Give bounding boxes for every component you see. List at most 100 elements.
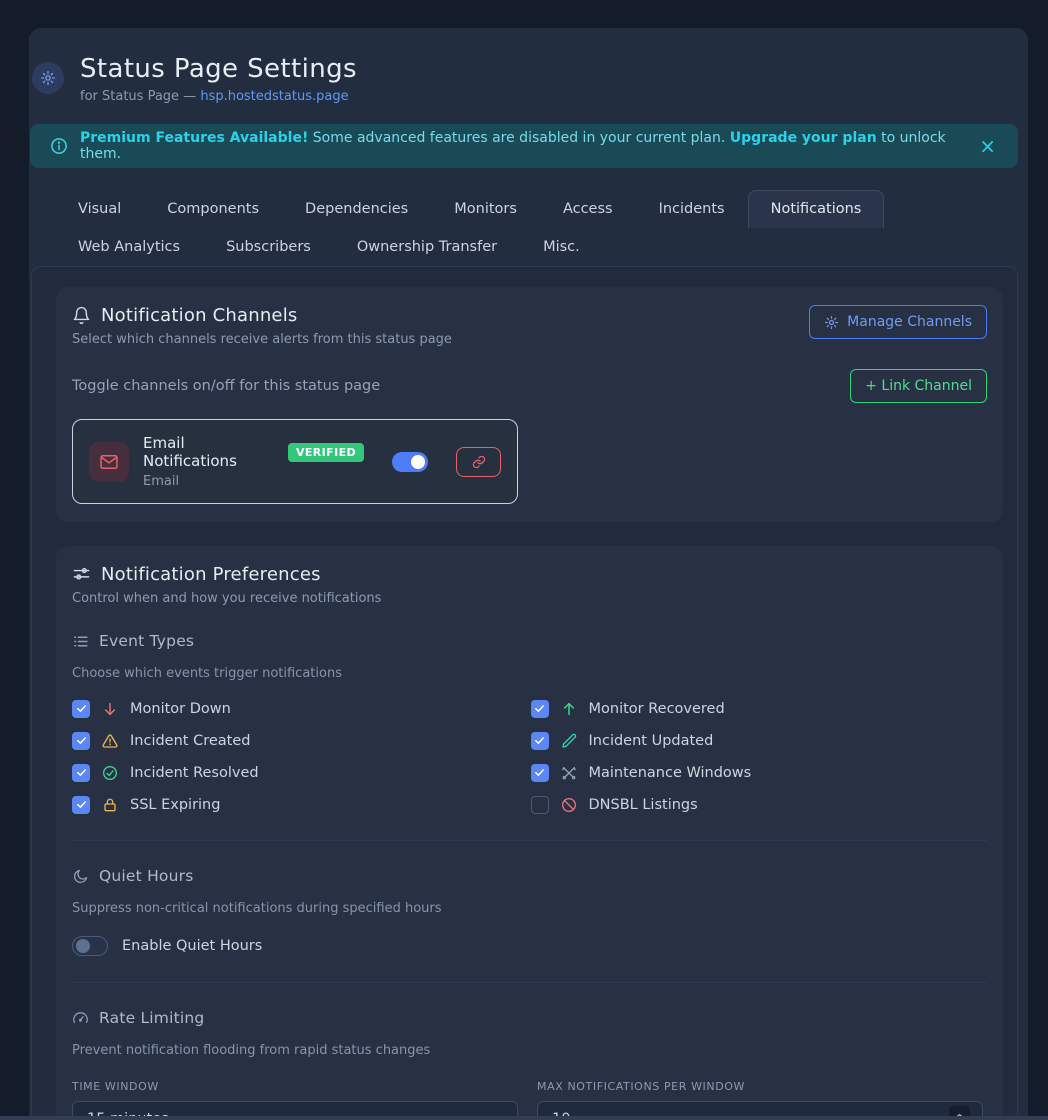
arrow-down-icon — [102, 701, 118, 717]
event-row-dnsbl-listings[interactable]: DNSBL Listings — [531, 795, 990, 814]
event-label: Maintenance Windows — [589, 765, 752, 781]
settings-tabs: Visual Components Dependencies Monitors … — [55, 190, 985, 266]
page-header: Status Page Settings for Status Page — h… — [29, 28, 1028, 104]
lock-icon — [102, 797, 118, 813]
check-icon — [534, 767, 545, 778]
toggle-knob — [76, 939, 90, 953]
arrow-up-icon — [561, 701, 577, 717]
link-channel-button[interactable]: + Link Channel — [850, 369, 987, 403]
premium-banner: Premium Features Available! Some advance… — [30, 124, 1018, 168]
tab-monitors[interactable]: Monitors — [431, 190, 540, 228]
channels-title: Notification Channels — [101, 305, 297, 326]
tab-components[interactable]: Components — [144, 190, 282, 228]
unlink-channel-button[interactable] — [456, 447, 501, 477]
tab-subscribers[interactable]: Subscribers — [203, 228, 334, 266]
check-icon — [76, 799, 87, 810]
pencil-icon — [561, 733, 577, 749]
check-icon — [76, 703, 87, 714]
rate-limiting-form: TIME WINDOW 15 minutes MAX NOTIFICATIONS… — [72, 1080, 987, 1120]
bottom-divider — [0, 1116, 1048, 1120]
page-subtitle: for Status Page — hsp.hostedstatus.page — [80, 89, 357, 104]
event-row-incident-created[interactable]: Incident Created — [72, 731, 531, 750]
event-label: Monitor Down — [130, 701, 231, 717]
quiet-hours-toggle[interactable] — [72, 936, 108, 956]
divider — [72, 840, 987, 841]
checkbox-checked[interactable] — [531, 732, 549, 750]
quiet-hours-heading: Quiet Hours — [72, 867, 987, 885]
sliders-icon — [72, 565, 91, 584]
subtitle-text: for Status Page — — [80, 89, 200, 104]
divider — [72, 982, 987, 983]
tab-access[interactable]: Access — [540, 190, 636, 228]
email-channel-toggle[interactable] — [392, 452, 428, 472]
check-icon — [76, 735, 87, 746]
manage-channels-label: Manage Channels — [847, 314, 972, 330]
banner-bold-text: Premium Features Available! — [80, 130, 308, 146]
moon-icon — [72, 868, 89, 885]
checkbox-checked[interactable] — [72, 700, 90, 718]
checkbox-unchecked[interactable] — [531, 796, 549, 814]
gear-icon — [824, 315, 839, 330]
tab-incidents[interactable]: Incidents — [636, 190, 748, 228]
rate-limiting-title: Rate Limiting — [99, 1009, 204, 1027]
ban-icon — [561, 797, 577, 813]
verified-badge: VERIFIED — [288, 443, 364, 462]
email-channel-card: Email Notifications VERIFIED Email — [72, 419, 518, 504]
quiet-hours-subtitle: Suppress non-critical notifications duri… — [72, 901, 987, 916]
check-icon — [76, 767, 87, 778]
upgrade-plan-link[interactable]: Upgrade your plan — [730, 130, 877, 146]
toggle-hint: Toggle channels on/off for this status p… — [72, 378, 380, 394]
event-row-incident-resolved[interactable]: Incident Resolved — [72, 763, 531, 782]
bell-icon — [72, 306, 91, 325]
event-row-monitor-down[interactable]: Monitor Down — [72, 699, 531, 718]
max-notifications-label: MAX NOTIFICATIONS PER WINDOW — [537, 1080, 983, 1093]
notification-preferences-card: Notification Preferences Control when an… — [56, 546, 1003, 1120]
event-label: DNSBL Listings — [589, 797, 698, 813]
event-types-heading: Event Types — [72, 632, 987, 650]
settings-panel: Status Page Settings for Status Page — h… — [29, 28, 1028, 1120]
page-title: Status Page Settings — [80, 54, 357, 84]
gear-avatar — [32, 62, 64, 94]
event-row-ssl-expiring[interactable]: SSL Expiring — [72, 795, 531, 814]
quiet-hours-toggle-label: Enable Quiet Hours — [122, 938, 262, 954]
quiet-hours-title: Quiet Hours — [99, 867, 193, 885]
tab-web-analytics[interactable]: Web Analytics — [55, 228, 203, 266]
preferences-heading-block: Notification Preferences Control when an… — [72, 564, 381, 606]
event-types-title: Event Types — [99, 632, 194, 650]
preferences-title: Notification Preferences — [101, 564, 321, 585]
close-icon[interactable]: × — [975, 132, 1000, 160]
event-types-subtitle: Choose which events trigger notification… — [72, 666, 987, 681]
warning-triangle-icon — [102, 733, 118, 749]
gear-icon — [40, 70, 56, 86]
time-window-label: TIME WINDOW — [72, 1080, 518, 1093]
checkbox-checked[interactable] — [531, 700, 549, 718]
event-label: Incident Resolved — [130, 765, 259, 781]
event-row-maintenance-windows[interactable]: Maintenance Windows — [531, 763, 990, 782]
notifications-section: Notification Channels Select which chann… — [31, 266, 1018, 1120]
event-row-incident-updated[interactable]: Incident Updated — [531, 731, 990, 750]
notification-channels-card: Notification Channels Select which chann… — [56, 287, 1003, 522]
chain-link-icon — [472, 455, 486, 469]
checkbox-checked[interactable] — [72, 764, 90, 782]
manage-channels-button[interactable]: Manage Channels — [809, 305, 987, 339]
tab-misc[interactable]: Misc. — [520, 228, 603, 266]
toggle-knob — [411, 455, 425, 469]
email-channel-tile — [89, 442, 129, 482]
banner-message: Premium Features Available! Some advance… — [80, 130, 963, 162]
tab-visual[interactable]: Visual — [55, 190, 144, 228]
checkbox-checked[interactable] — [531, 764, 549, 782]
event-row-monitor-recovered[interactable]: Monitor Recovered — [531, 699, 990, 718]
tab-ownership-transfer[interactable]: Ownership Transfer — [334, 228, 520, 266]
event-label: Monitor Recovered — [589, 701, 725, 717]
checkbox-checked[interactable] — [72, 796, 90, 814]
channels-heading-block: Notification Channels Select which chann… — [72, 305, 452, 347]
checkbox-checked[interactable] — [72, 732, 90, 750]
tab-dependencies[interactable]: Dependencies — [282, 190, 431, 228]
rate-limiting-heading: Rate Limiting — [72, 1009, 987, 1027]
link-channel-label: + Link Channel — [865, 378, 972, 394]
status-page-link[interactable]: hsp.hostedstatus.page — [200, 89, 348, 104]
check-icon — [534, 735, 545, 746]
tab-notifications[interactable]: Notifications — [748, 190, 885, 228]
channel-name: Email Notifications — [143, 434, 278, 470]
info-icon — [50, 137, 68, 155]
